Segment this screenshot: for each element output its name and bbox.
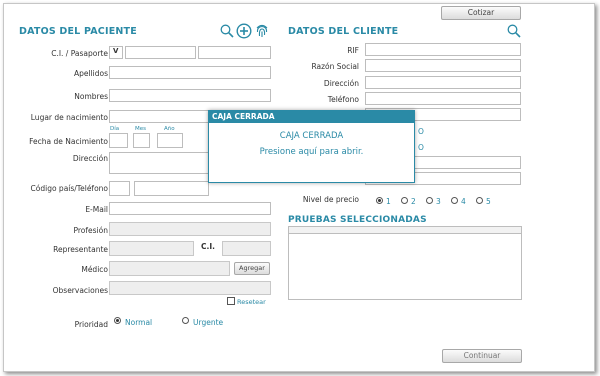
dia-input[interactable] (109, 133, 128, 148)
continuar-button[interactable]: Continuar (442, 349, 522, 363)
fecha-label: Fecha de Nacimiento (29, 137, 108, 146)
prioridad-normal-radio[interactable] (114, 317, 121, 324)
client-section-title: DATOS DEL CLIENTE (288, 26, 399, 37)
prioridad-urgente-label: Urgente (193, 318, 224, 327)
search-icon[interactable] (220, 24, 234, 38)
prioridad-normal-label: Normal (125, 318, 153, 327)
observaciones-input[interactable] (109, 281, 271, 295)
cliente-direccion-input[interactable] (365, 76, 521, 89)
razon-social-label: Razón Social (311, 62, 359, 71)
cliente-telefono-input[interactable] (365, 92, 521, 105)
apellidos-label: Apellidos (73, 69, 108, 78)
client-search-icon[interactable] (507, 24, 521, 38)
nivel-5-label: 5 (486, 197, 491, 206)
caja-cerrada-dialog[interactable]: CAJA CERRADA CAJA CERRADA Presione aquí … (208, 110, 415, 183)
resetear-label: Resetear (237, 298, 266, 306)
mes-input[interactable] (133, 133, 150, 148)
representante-label: Representante (53, 245, 108, 254)
medico-input[interactable] (109, 261, 230, 276)
nombres-label: Nombres (74, 92, 108, 101)
resetear-checkbox[interactable] (227, 297, 235, 305)
rif-input[interactable] (365, 43, 521, 56)
lugar-input[interactable] (109, 110, 209, 123)
representante-ci-label: C.I. (201, 242, 215, 251)
dialog-open-link[interactable]: Presione aquí para abrir. (209, 144, 414, 160)
prioridad-label: Prioridad (74, 320, 108, 329)
nivel-4-radio[interactable] (451, 197, 458, 204)
cliente-telefono-label: Teléfono (327, 95, 359, 104)
nivel-1-label: 1 (386, 197, 391, 206)
nivel-1-radio[interactable] (376, 197, 383, 204)
pruebas-list[interactable] (288, 226, 522, 300)
email-label: E-Mail (85, 205, 108, 214)
email-input[interactable] (109, 202, 271, 215)
agregar-button[interactable]: Agregar (234, 262, 270, 275)
razon-social-input[interactable] (365, 59, 521, 72)
ci-number-input[interactable] (125, 46, 196, 59)
nivel-2-radio[interactable] (401, 197, 408, 204)
ano-label: Año (164, 126, 175, 132)
medico-label: Médico (81, 265, 108, 274)
profesion-label: Profesión (73, 226, 109, 235)
dialog-title-text: CAJA CERRADA (279, 131, 344, 141)
mes-label: Mes (135, 126, 146, 132)
partial-label-1: O (418, 127, 424, 136)
pruebas-list-header (289, 227, 521, 234)
nombres-input[interactable] (109, 89, 271, 102)
add-circle-icon[interactable] (236, 23, 252, 39)
representante-input[interactable] (109, 241, 194, 256)
representante-ci-input[interactable] (222, 241, 271, 256)
direccion-input[interactable] (109, 152, 209, 174)
ci-prefix-value: V (113, 47, 119, 55)
prioridad-urgente-radio[interactable] (182, 317, 189, 324)
telefono-input[interactable] (134, 181, 209, 196)
ci-prefix-select[interactable]: V (109, 46, 123, 59)
ano-input[interactable] (157, 133, 183, 148)
apellidos-input[interactable] (109, 66, 271, 79)
cliente-direccion-label: Dirección (323, 79, 359, 88)
lugar-label: Lugar de nacimiento (30, 113, 108, 122)
ci-extra-input[interactable] (198, 46, 271, 59)
dia-label: Día (110, 126, 120, 132)
partial-label-2: O (418, 143, 424, 152)
nivel-2-label: 2 (411, 197, 416, 206)
observaciones-label: Observaciones (52, 286, 108, 295)
patient-section-title: DATOS DEL PACIENTE (19, 26, 137, 37)
fingerprint-icon[interactable] (255, 23, 269, 39)
nivel-3-radio[interactable] (426, 197, 433, 204)
nivel-3-label: 3 (436, 197, 441, 206)
cotizar-button[interactable]: Cotizar (441, 6, 521, 20)
codigo-pais-input[interactable] (109, 181, 130, 196)
nivel-4-label: 4 (461, 197, 466, 206)
dialog-header: CAJA CERRADA (209, 111, 414, 123)
profesion-input[interactable] (109, 222, 271, 236)
nivel-5-radio[interactable] (476, 197, 483, 204)
direccion-label: Dirección (72, 154, 108, 163)
rif-label: RIF (347, 46, 359, 55)
codigo-label: Código país/Teléfono (30, 184, 108, 193)
ci-label: C.I. / Pasaporte (51, 49, 108, 58)
pruebas-title: PRUEBAS SELECCIONADAS (288, 215, 427, 225)
dialog-body[interactable]: CAJA CERRADA Presione aquí para abrir. (209, 123, 414, 160)
nivel-precio-label: Nivel de precio (302, 195, 359, 204)
